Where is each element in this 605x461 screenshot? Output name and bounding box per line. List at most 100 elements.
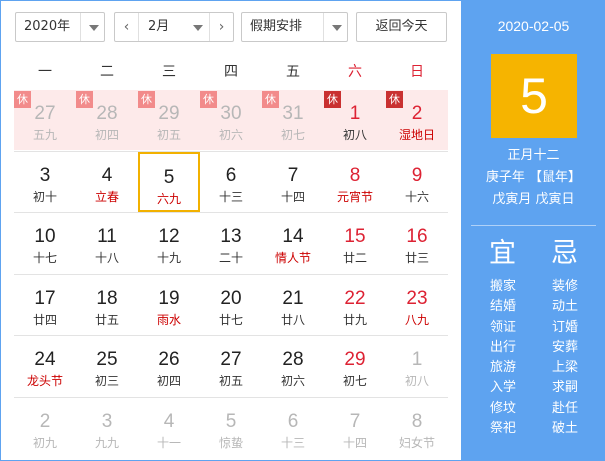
day-cell[interactable]: 5 六九	[138, 151, 200, 212]
day-cell[interactable]: 3 初十	[14, 152, 76, 212]
lunar-label: 五九	[32, 128, 57, 142]
row-divider	[14, 212, 448, 213]
day-cell[interactable]: 7 十四	[262, 152, 324, 212]
day-cell[interactable]: 3 九九	[76, 398, 138, 458]
day-cell[interactable]: 6 十三	[262, 398, 324, 458]
day-cell[interactable]: 23 八九	[386, 275, 448, 335]
day-cell[interactable]: 7 十四	[324, 398, 386, 458]
lunar-label: 廿九	[342, 312, 367, 327]
day-cell[interactable]: 18 廿五	[76, 275, 138, 335]
day-cell[interactable]: 10 十七	[14, 213, 76, 273]
day-cell[interactable]: 17 廿四	[14, 275, 76, 335]
ji-item: 动土	[551, 299, 578, 315]
day-number: 3	[101, 410, 113, 432]
day-cell[interactable]: 9 十六	[386, 152, 448, 212]
month-select[interactable]: ‹ 2月 ›	[114, 12, 234, 42]
day-number: 4	[101, 164, 113, 186]
day-cell[interactable]: 休 2 湿地日	[386, 90, 448, 150]
yi-item: 搬家	[489, 279, 516, 294]
day-cell[interactable]: 12 十九	[138, 213, 200, 273]
weekday-label: 五	[286, 64, 300, 80]
day-cell[interactable]: 8 妇女节	[386, 398, 448, 458]
day-number: 25	[96, 349, 118, 370]
day-cell[interactable]: 休 28 初四	[76, 90, 138, 150]
day-cell[interactable]: 24 龙头节	[14, 336, 76, 396]
lunar-label: 十九	[156, 251, 181, 265]
ji-item: 赴任	[551, 400, 578, 416]
day-number: 24	[34, 349, 56, 370]
weekday-label: 一	[38, 64, 52, 80]
yi-item: 旅游	[489, 360, 516, 376]
day-cell[interactable]: 22 廿九	[324, 275, 386, 335]
day-number: 3	[39, 164, 51, 186]
day-number: 13	[220, 226, 242, 247]
day-number: 12	[158, 226, 180, 247]
chevron-down-icon[interactable]	[323, 13, 347, 41]
ji-title: 忌	[551, 238, 578, 269]
day-cell[interactable]: 25 初三	[76, 336, 138, 396]
lunar-label: 初八	[404, 374, 429, 388]
yi-title: 宜	[489, 238, 516, 269]
day-number: 6	[225, 164, 237, 186]
day-cell[interactable]: 2 初九	[14, 398, 76, 458]
day-cell[interactable]: 6 十三	[200, 152, 262, 212]
day-cell[interactable]: 20 廿七	[200, 275, 262, 335]
yi-item: 出行	[489, 339, 516, 355]
day-number: 15	[344, 226, 366, 247]
prev-month-button[interactable]: ‹	[115, 13, 139, 41]
next-month-button[interactable]: ›	[209, 13, 233, 41]
day-cell[interactable]: 15 廿二	[324, 213, 386, 273]
day-number: 10	[34, 226, 56, 247]
lunar-label: 龙头节	[26, 374, 63, 388]
weekday-header: 一二三四五六日	[14, 56, 448, 88]
chevron-down-icon[interactable]	[80, 13, 104, 41]
day-number: 1	[411, 349, 423, 370]
day-number: 11	[97, 226, 117, 247]
holiday-select[interactable]: 假期安排	[241, 12, 348, 42]
divider	[471, 225, 596, 226]
today-button[interactable]: 返回今天	[356, 12, 447, 42]
day-cell[interactable]: 14 情人节	[262, 213, 324, 273]
day-cell[interactable]: 13 二十	[200, 213, 262, 273]
day-cell[interactable]: 休 1 初八	[324, 90, 386, 150]
day-number: 18	[96, 287, 118, 309]
lunar-label: 廿七	[218, 312, 243, 327]
day-number: 14	[282, 226, 304, 247]
day-cell[interactable]: 27 初五	[200, 336, 262, 396]
yi-item: 祭祀	[489, 421, 516, 437]
ji-list: 装修 动土 订婚 安葬 上梁 求嗣 赴任 破土	[543, 277, 587, 439]
day-cell[interactable]: 5 惊蛰	[200, 398, 262, 458]
year-select[interactable]: 2020年	[15, 12, 105, 42]
day-cell[interactable]: 休 30 初六	[200, 90, 262, 150]
selected-date: 2020-02-05	[497, 18, 570, 34]
day-cell[interactable]: 4 立春	[76, 152, 138, 212]
lunar-label: 初五	[156, 128, 181, 142]
day-cell[interactable]: 8 元宵节	[324, 152, 386, 212]
lunar-label: 湿地日	[398, 128, 435, 142]
day-cell[interactable]: 21 廿八	[262, 275, 324, 335]
day-cell[interactable]: 19 雨水	[138, 275, 200, 335]
lunar-label: 九九	[94, 435, 119, 450]
lunar-label: 十四	[342, 435, 367, 450]
day-number: 16	[406, 226, 428, 247]
day-cell[interactable]: 28 初六	[262, 336, 324, 396]
yi-item: 修坟	[489, 400, 516, 416]
day-cell[interactable]: 休 29 初五	[138, 90, 200, 150]
day-cell[interactable]: 16 廿三	[386, 213, 448, 273]
day-cell[interactable]: 11 十八	[76, 213, 138, 273]
lunar-label: 二十	[218, 251, 243, 265]
lunar-label: 六九	[156, 191, 181, 206]
chevron-down-icon[interactable]	[185, 13, 209, 41]
day-number: 4	[163, 410, 175, 432]
day-cell[interactable]: 休 27 五九	[14, 90, 76, 150]
day-number: 5	[225, 410, 237, 432]
ji-item: 装修	[551, 279, 578, 294]
day-cell[interactable]: 26 初四	[138, 336, 200, 396]
day-cell[interactable]: 4 十一	[138, 398, 200, 458]
lunar-label: 初十	[32, 189, 57, 204]
yi-item: 领证	[489, 319, 516, 335]
day-cell[interactable]: 1 初八	[386, 336, 448, 396]
lunar-label: 妇女节	[398, 435, 435, 450]
day-cell[interactable]: 29 初七	[324, 336, 386, 396]
day-cell[interactable]: 休 31 初七	[262, 90, 324, 150]
